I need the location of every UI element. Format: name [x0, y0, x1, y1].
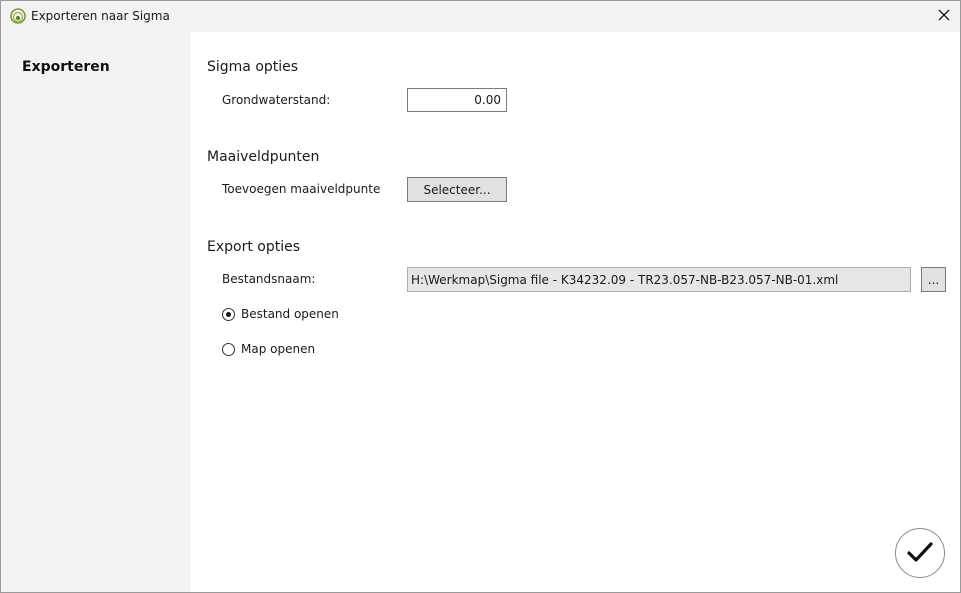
- section-title-maaiveld: Maaiveldpunten: [207, 149, 320, 165]
- title-bar: Exporteren naar Sigma: [1, 1, 960, 32]
- groundwater-label: Grondwaterstand:: [222, 93, 331, 107]
- export-dialog: Exporteren naar Sigma Exporteren Sigma o…: [0, 0, 961, 593]
- close-icon: [938, 9, 950, 24]
- radio-open-folder[interactable]: Map openen: [222, 342, 315, 356]
- checkmark-icon: [907, 541, 933, 566]
- select-button[interactable]: Selecteer...: [407, 177, 507, 202]
- sidebar: Exporteren: [1, 32, 191, 592]
- browse-button[interactable]: ...: [921, 267, 946, 292]
- sidebar-item-exporteren[interactable]: Exporteren: [22, 59, 110, 75]
- main-content: Sigma opties Grondwaterstand: Maaiveldpu…: [191, 32, 960, 592]
- add-maaiveld-label: Toevoegen maaiveldpunte: [222, 182, 381, 196]
- radio-open-file[interactable]: Bestand openen: [222, 307, 339, 321]
- section-title-export: Export opties: [207, 239, 301, 255]
- radio-open-file-indicator[interactable]: [222, 307, 235, 321]
- window-title: Exporteren naar Sigma: [31, 9, 170, 23]
- filename-label: Bestandsnaam:: [222, 272, 316, 286]
- app-logo-icon: [10, 8, 26, 24]
- radio-open-folder-label: Map openen: [241, 342, 316, 356]
- section-title-sigma: Sigma opties: [207, 59, 299, 75]
- confirm-button[interactable]: [895, 528, 945, 578]
- groundwater-input[interactable]: [407, 88, 507, 112]
- radio-open-folder-indicator[interactable]: [222, 342, 235, 356]
- close-button[interactable]: [928, 1, 960, 32]
- radio-open-file-label: Bestand openen: [241, 307, 339, 321]
- filename-field[interactable]: H:\Werkmap\Sigma file - K34232.09 - TR23…: [407, 267, 911, 292]
